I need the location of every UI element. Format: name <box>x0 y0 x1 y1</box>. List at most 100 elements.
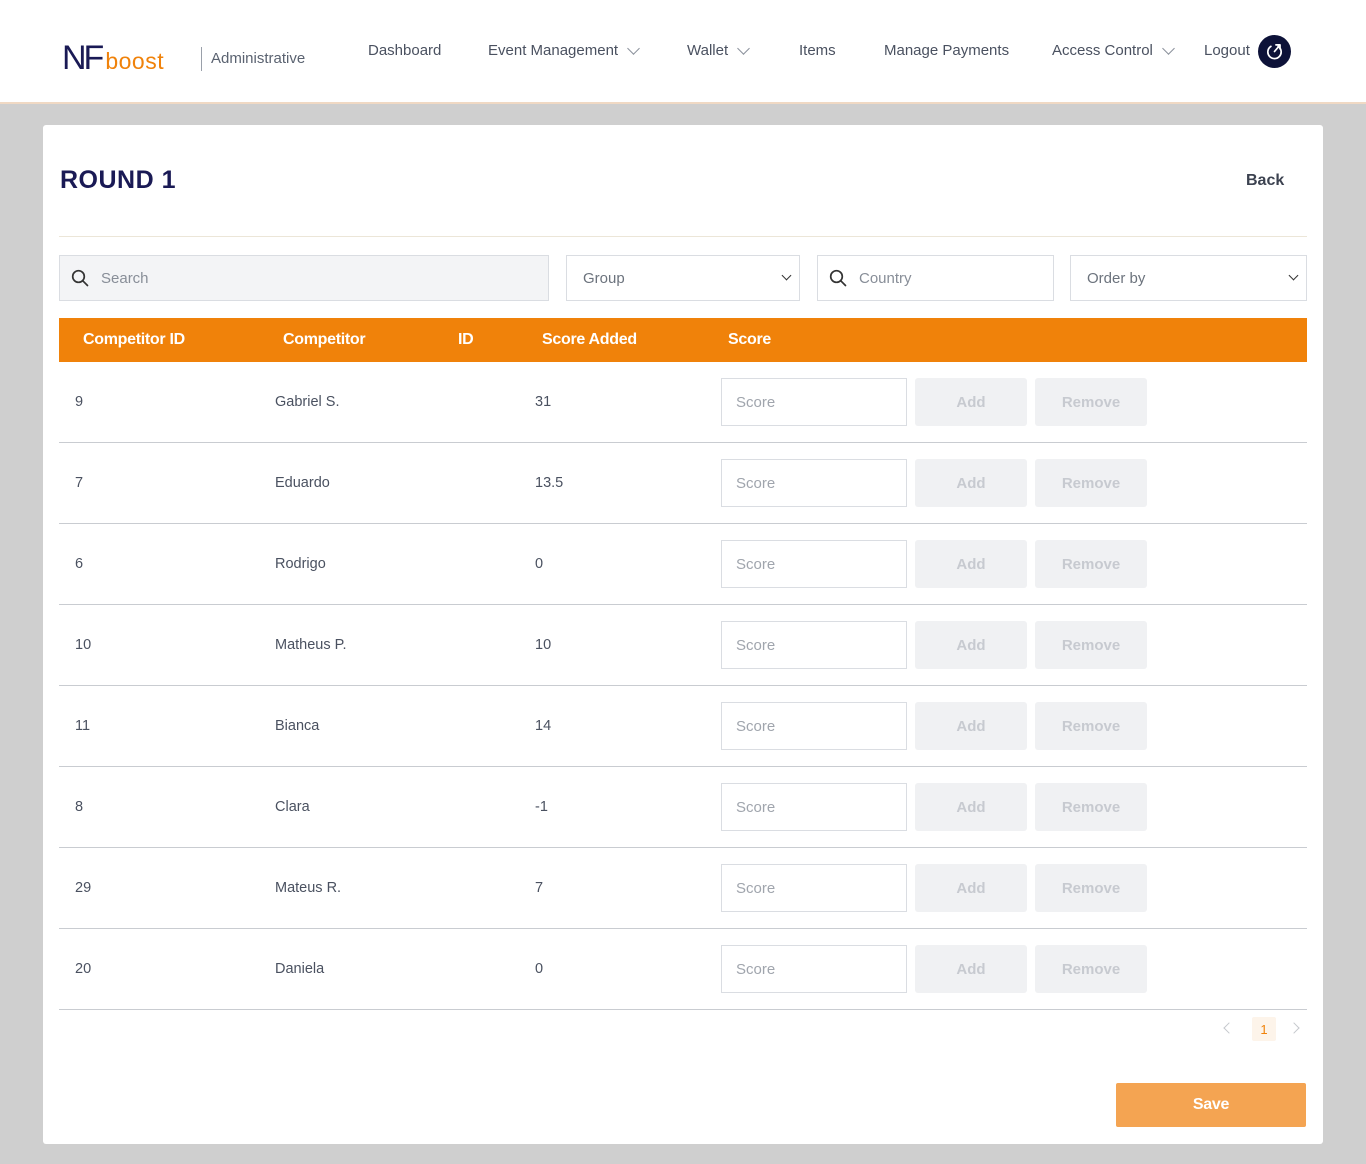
nav-items-label: Items <box>799 42 836 59</box>
remove-score-button[interactable]: Remove <box>1035 459 1147 507</box>
logo-subtitle: Administrative <box>211 50 306 67</box>
nav-access-control[interactable]: Access Control <box>1052 41 1175 59</box>
cell-score-added: 10 <box>535 637 552 653</box>
add-score-button[interactable]: Add <box>915 783 1027 831</box>
cell-score-added: 0 <box>535 961 544 977</box>
add-score-button[interactable]: Add <box>915 540 1027 588</box>
header-competitor: Competitor <box>283 331 366 348</box>
table-row: 8 Clara -1 Add Remove <box>59 767 1307 848</box>
nav-event-management[interactable]: Event Management <box>488 41 640 59</box>
search-box[interactable] <box>59 255 549 301</box>
top-navbar: NF boost Administrative Dashboard Event … <box>0 0 1366 104</box>
save-button[interactable]: Save <box>1116 1083 1306 1127</box>
cell-competitor: Daniela <box>275 961 325 977</box>
score-input[interactable] <box>721 621 907 669</box>
remove-score-button[interactable]: Remove <box>1035 702 1147 750</box>
table-row: 9 Gabriel S. 31 Add Remove <box>59 362 1307 443</box>
search-icon <box>71 269 89 287</box>
add-score-button[interactable]: Add <box>915 702 1027 750</box>
title-divider <box>59 236 1307 237</box>
table-body: 9 Gabriel S. 31 Add Remove 7 Eduardo 13.… <box>59 362 1307 1010</box>
cell-competitor-id: 8 <box>75 799 84 815</box>
table-row: 10 Matheus P. 10 Add Remove <box>59 605 1307 686</box>
table-row: 7 Eduardo 13.5 Add Remove <box>59 443 1307 524</box>
nav-wallet[interactable]: Wallet <box>687 41 750 59</box>
cell-competitor-id: 11 <box>75 718 91 734</box>
order-by-select-value: Order by <box>1087 269 1146 287</box>
nav-dashboard-label: Dashboard <box>368 42 442 59</box>
nav-items[interactable]: Items <box>799 42 836 59</box>
chevron-down-icon <box>1162 41 1175 55</box>
chevron-down-icon <box>737 41 750 55</box>
score-input[interactable] <box>721 702 907 750</box>
table-row: 20 Daniela 0 Add Remove <box>59 929 1307 1010</box>
chevron-down-icon <box>627 41 640 55</box>
cell-competitor: Mateus R. <box>275 880 342 896</box>
add-score-button[interactable]: Add <box>915 945 1027 993</box>
country-input[interactable] <box>859 269 1047 287</box>
nav-manage-payments-label: Manage Payments <box>884 42 1010 59</box>
power-icon[interactable] <box>1258 35 1291 68</box>
score-input[interactable] <box>721 540 907 588</box>
chevron-down-icon <box>1288 270 1299 281</box>
cell-competitor-id: 6 <box>75 556 84 572</box>
header-score-added: Score Added <box>542 331 637 348</box>
remove-score-button[interactable]: Remove <box>1035 540 1147 588</box>
chevron-right-icon[interactable] <box>1288 1022 1300 1034</box>
nav-event-management-label: Event Management <box>488 42 619 59</box>
remove-score-button[interactable]: Remove <box>1035 945 1147 993</box>
cell-competitor: Eduardo <box>275 475 330 491</box>
nfboost-logo[interactable]: NF boost <box>62 38 165 77</box>
nav-wallet-label: Wallet <box>687 42 729 59</box>
country-box[interactable] <box>817 255 1054 301</box>
search-input[interactable] <box>101 269 492 287</box>
table-row: 11 Bianca 14 Add Remove <box>59 686 1307 767</box>
cell-score-added: -1 <box>535 799 548 815</box>
cell-competitor: Rodrigo <box>275 556 326 572</box>
back-button[interactable]: Back <box>1246 172 1284 190</box>
power-icon-svg <box>1267 43 1282 60</box>
score-input[interactable] <box>721 783 907 831</box>
cell-competitor: Gabriel S. <box>275 394 340 410</box>
logo-divider <box>201 47 202 71</box>
search-icon <box>829 269 847 287</box>
add-score-button[interactable]: Add <box>915 459 1027 507</box>
group-select[interactable]: Group <box>566 255 800 301</box>
score-input[interactable] <box>721 378 907 426</box>
table-row: 6 Rodrigo 0 Add Remove <box>59 524 1307 605</box>
cell-score-added: 14 <box>535 718 552 734</box>
remove-score-button[interactable]: Remove <box>1035 864 1147 912</box>
cell-competitor-id: 29 <box>75 880 92 896</box>
page-number-current[interactable]: 1 <box>1252 1017 1276 1041</box>
group-select-value: Group <box>583 269 625 287</box>
nav-manage-payments[interactable]: Manage Payments <box>884 42 1009 59</box>
add-score-button[interactable]: Add <box>915 864 1027 912</box>
table-row: 29 Mateus R. 7 Add Remove <box>59 848 1307 929</box>
logo-nf-text: NF <box>62 39 104 77</box>
logo-boost-text: boost <box>105 48 165 74</box>
remove-score-button[interactable]: Remove <box>1035 621 1147 669</box>
cell-competitor-id: 7 <box>75 475 84 491</box>
nav-logout[interactable]: Logout <box>1204 42 1250 59</box>
page-title: ROUND 1 <box>60 166 177 194</box>
remove-score-button[interactable]: Remove <box>1035 378 1147 426</box>
cell-competitor: Clara <box>275 799 310 815</box>
pagination: 1 <box>1219 1017 1309 1041</box>
chevron-left-icon[interactable] <box>1223 1022 1235 1034</box>
cell-score-added: 7 <box>535 880 544 896</box>
nav-dashboard[interactable]: Dashboard <box>368 42 441 59</box>
score-input[interactable] <box>721 864 907 912</box>
score-input[interactable] <box>721 459 907 507</box>
header-id: ID <box>458 331 474 348</box>
order-by-select[interactable]: Order by <box>1070 255 1307 301</box>
cell-score-added: 13.5 <box>535 475 564 491</box>
remove-score-button[interactable]: Remove <box>1035 783 1147 831</box>
add-score-button[interactable]: Add <box>915 621 1027 669</box>
cell-competitor: Matheus P. <box>275 637 347 653</box>
header-score: Score <box>728 331 771 348</box>
cell-score-added: 31 <box>535 394 552 410</box>
score-input[interactable] <box>721 945 907 993</box>
add-score-button[interactable]: Add <box>915 378 1027 426</box>
cell-competitor: Bianca <box>275 718 320 734</box>
chevron-down-icon <box>781 270 792 281</box>
